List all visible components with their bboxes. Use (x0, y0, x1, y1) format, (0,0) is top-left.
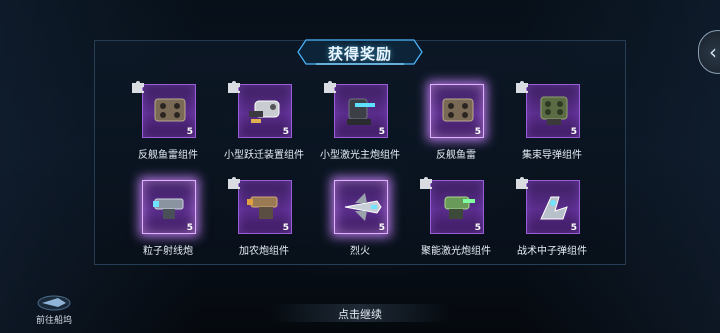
fragment-puzzle-icon (516, 81, 528, 93)
item-quantity: 5 (186, 127, 193, 137)
item-card: 5 (526, 84, 580, 138)
neutron-launcher-icon (540, 196, 568, 220)
item-quantity: 5 (186, 223, 193, 233)
item-card: 5 (526, 180, 580, 234)
missile-pod-icon (540, 96, 568, 125)
reward-item[interactable]: 5 战术中子弹组件 (504, 174, 600, 264)
chevron-left-icon: ‹ (709, 40, 717, 64)
reward-item[interactable]: 5 聚能激光炮组件 (408, 174, 504, 264)
fragment-puzzle-icon (228, 81, 240, 93)
reward-item[interactable]: 5 反舰鱼雷组件 (120, 78, 216, 168)
item-name: 加农炮组件 (239, 246, 289, 257)
item-name: 反舰鱼雷组件 (138, 150, 198, 161)
item-name: 集束导弹组件 (522, 150, 582, 161)
shipyard-icon[interactable] (36, 290, 72, 312)
reward-item[interactable]: 5 集束导弹组件 (504, 78, 600, 168)
item-quantity: 5 (474, 223, 481, 233)
item-name: 小型跃迁装置组件 (224, 150, 304, 161)
item-card: 5 (334, 84, 388, 138)
reward-item[interactable]: 5 小型跃迁装置组件 (216, 78, 312, 168)
item-quantity: 5 (378, 223, 385, 233)
item-card: 5 (238, 180, 292, 234)
fragment-puzzle-icon (516, 177, 528, 189)
reward-item[interactable]: 5 烈火 (312, 174, 408, 264)
item-quantity: 5 (378, 127, 385, 137)
title-banner: 获得奖励 (296, 38, 424, 66)
page-title: 获得奖励 (327, 45, 392, 63)
cannon-icon (247, 196, 278, 219)
item-card: 5 (430, 180, 484, 234)
laser-cannon-icon (347, 98, 375, 125)
item-quantity: 5 (282, 223, 289, 233)
item-quantity: 5 (570, 223, 577, 233)
item-name: 粒子射线炮 (143, 246, 193, 257)
reward-item[interactable]: 5 加农炮组件 (216, 174, 312, 264)
fragment-puzzle-icon (324, 81, 336, 93)
item-card: 5 (142, 180, 196, 234)
reward-item[interactable]: 5 反舰鱼雷 (408, 78, 504, 168)
item-card: 5 (238, 84, 292, 138)
item-quantity: 5 (474, 127, 481, 137)
item-quantity: 5 (570, 127, 577, 137)
torpedo-launcher-icon (154, 98, 186, 122)
item-name: 战术中子弹组件 (517, 246, 587, 257)
fragment-puzzle-icon (228, 177, 240, 189)
fragment-puzzle-icon (420, 177, 432, 189)
item-card: 5 (430, 84, 484, 138)
reward-item[interactable]: 5 粒子射线炮 (120, 174, 216, 264)
continue-prompt[interactable]: 点击继续 (270, 306, 450, 322)
warp-device-icon (249, 100, 280, 123)
focus-laser-icon (444, 196, 475, 219)
torpedo-launcher-icon (442, 98, 474, 122)
item-name: 聚能激光炮组件 (421, 246, 491, 257)
item-card: 5 (142, 84, 196, 138)
item-name: 烈火 (350, 246, 370, 257)
item-card: 5 (334, 180, 388, 234)
item-name: 反舰鱼雷 (436, 150, 476, 161)
fighter-craft-icon (344, 193, 382, 221)
fragment-puzzle-icon (132, 81, 144, 93)
item-name: 小型激光主炮组件 (320, 150, 400, 161)
shipyard-label[interactable]: 前往船坞 (24, 313, 84, 326)
reward-item[interactable]: 5 小型激光主炮组件 (312, 78, 408, 168)
item-quantity: 5 (282, 127, 289, 137)
particle-cannon-icon (153, 198, 184, 219)
